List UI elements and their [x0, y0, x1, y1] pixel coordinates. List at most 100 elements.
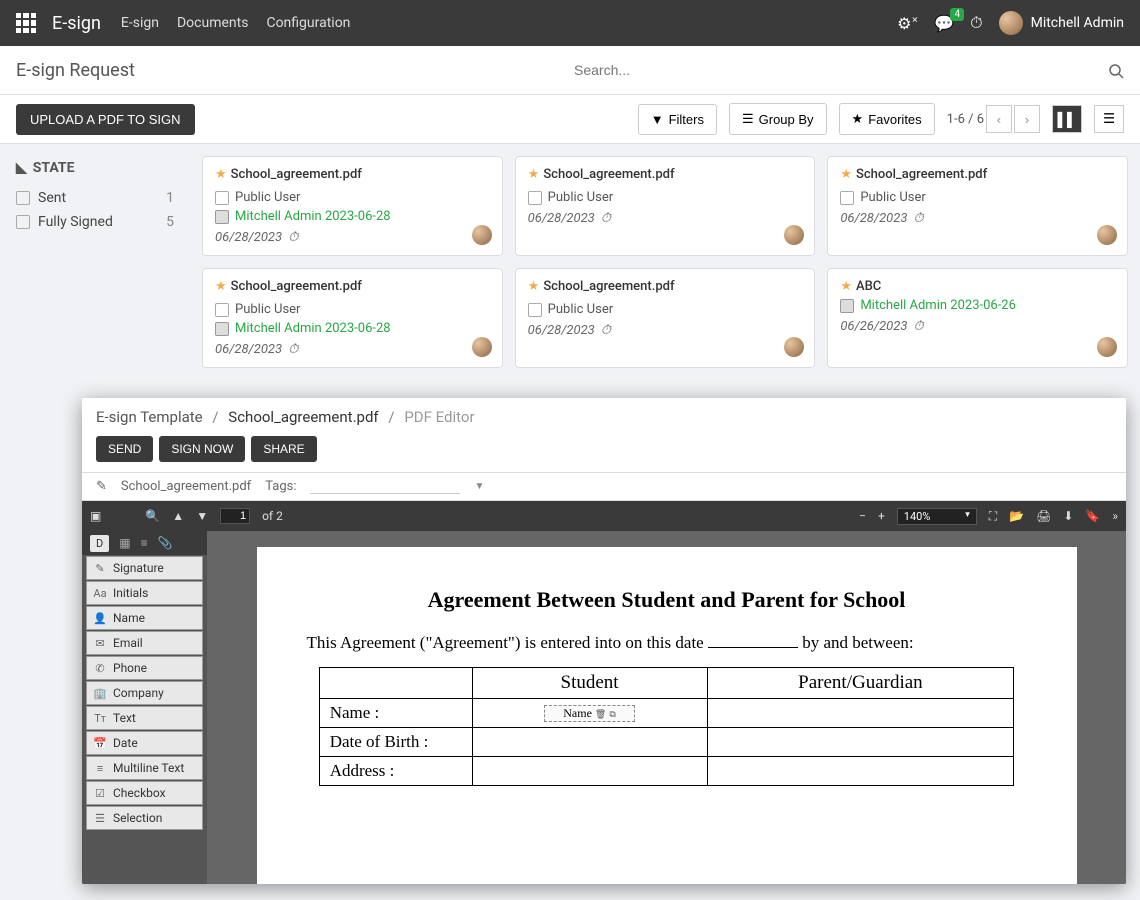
nav-esign[interactable]: E-sign — [121, 15, 159, 31]
state-count: 1 — [166, 190, 174, 206]
messages-icon[interactable]: 💬4 — [934, 14, 954, 33]
pdf-canvas[interactable]: Agreement Between Student and Parent for… — [207, 531, 1126, 884]
checkbox-icon[interactable] — [16, 215, 30, 229]
pager-prev[interactable]: ‹ — [986, 105, 1012, 133]
checkbox-icon — [840, 191, 854, 205]
open-icon[interactable]: 📂 — [1009, 509, 1024, 524]
card[interactable]: ★School_agreement.pdfPublic User06/28/20… — [515, 268, 816, 368]
activity-icon[interactable]: ⏱ — [970, 13, 982, 33]
star-icon[interactable]: ★ — [840, 167, 852, 182]
nav-configuration[interactable]: Configuration — [266, 15, 350, 31]
apps-icon[interactable] — [16, 13, 36, 33]
send-button[interactable]: SEND — [96, 436, 153, 462]
download-icon[interactable]: ⬇ — [1063, 509, 1073, 524]
zoom-in-icon[interactable]: + — [878, 509, 885, 523]
table-row: Date of Birth : — [319, 728, 1014, 757]
card[interactable]: ★School_agreement.pdfPublic User06/28/20… — [827, 156, 1128, 256]
doc-intro: This Agreement ("Agreement") is entered … — [297, 633, 1037, 653]
signnow-button[interactable]: SIGN NOW — [159, 436, 245, 462]
field-item-signature[interactable]: ✎Signature — [86, 556, 203, 580]
favorites-button[interactable]: ★Favorites — [839, 103, 935, 135]
card[interactable]: ★School_agreement.pdfPublic User06/28/20… — [515, 156, 816, 256]
state-item[interactable]: Sent1 — [16, 186, 174, 210]
pdf-page: Agreement Between Student and Parent for… — [257, 547, 1077, 884]
header-row: E-sign Request — [0, 46, 1140, 95]
card-signed: Mitchell Admin 2023-06-26 — [860, 298, 1016, 313]
card-title: School_agreement.pdf — [543, 279, 674, 294]
field-item-multiline-text[interactable]: ≡Multiline Text — [86, 756, 203, 780]
page-total: of 2 — [262, 509, 283, 523]
field-item-checkbox[interactable]: ☑Checkbox — [86, 781, 203, 805]
upload-button[interactable]: UPLOAD A PDF TO SIGN — [16, 104, 195, 135]
card-avatar — [1097, 225, 1117, 245]
card-signed: Mitchell Admin 2023-06-28 — [235, 321, 391, 336]
zoom-out-icon[interactable]: − — [859, 509, 866, 523]
search-input[interactable] — [574, 56, 1124, 84]
field-item-email[interactable]: ✉Email — [86, 631, 203, 655]
card-title: School_agreement.pdf — [856, 167, 987, 182]
kanban-view-button[interactable]: ▌▌ — [1052, 105, 1082, 133]
state-item[interactable]: Fully Signed5 — [16, 210, 174, 234]
field-item-date[interactable]: 📅Date — [86, 731, 203, 755]
name-field-placeholder[interactable]: Name🗑⧉ — [544, 705, 635, 722]
tags-input[interactable] — [310, 479, 460, 494]
share-button[interactable]: SHARE — [251, 436, 316, 462]
pdf-search-icon[interactable]: 🔍 — [145, 509, 160, 523]
chevron-down-icon[interactable]: ▼ — [474, 481, 484, 492]
clock-icon: ⏱ — [288, 342, 298, 357]
breadcrumb-file[interactable]: School_agreement.pdf — [228, 408, 378, 426]
groupby-button[interactable]: ☰Group By — [729, 103, 827, 135]
clock-icon: ⏱ — [288, 230, 298, 245]
user-name: Mitchell Admin — [1031, 15, 1124, 31]
card-avatar — [784, 225, 804, 245]
card-date: 06/26/2023 — [840, 319, 907, 334]
outline-icon[interactable]: ≡ — [141, 536, 148, 550]
clock-icon: ⏱ — [601, 323, 611, 338]
breadcrumb-root[interactable]: E-sign Template — [96, 408, 203, 426]
field-label: Email — [113, 636, 143, 650]
star-icon[interactable]: ★ — [215, 279, 227, 294]
card[interactable]: ★ABCMitchell Admin 2023-06-2606/26/2023⏱ — [827, 268, 1128, 368]
checkbox-icon[interactable] — [16, 191, 30, 205]
bookmark-icon[interactable]: 🔖 — [1085, 509, 1100, 524]
card[interactable]: ★School_agreement.pdfPublic UserMitchell… — [202, 268, 503, 368]
field-label: Multiline Text — [113, 761, 184, 775]
field-item-selection[interactable]: ☰Selection — [86, 806, 203, 830]
field-item-name[interactable]: 👤Name — [86, 606, 203, 630]
nav-documents[interactable]: Documents — [177, 15, 248, 31]
field-label: Company — [113, 686, 164, 700]
field-item-text[interactable]: TᴛText — [86, 706, 203, 730]
pager-next[interactable]: › — [1014, 105, 1040, 133]
print-icon[interactable]: 🖨 — [1036, 509, 1051, 524]
list-view-button[interactable]: ☰ — [1094, 105, 1124, 133]
page-input[interactable] — [220, 508, 250, 524]
user-menu[interactable]: Mitchell Admin — [999, 11, 1124, 35]
doc-title: Agreement Between Student and Parent for… — [297, 587, 1037, 613]
star-icon[interactable]: ★ — [840, 279, 852, 294]
search-icon[interactable] — [1108, 60, 1124, 79]
page-down-icon[interactable]: ▼ — [196, 509, 208, 523]
card[interactable]: ★School_agreement.pdfPublic UserMitchell… — [202, 156, 503, 256]
field-item-initials[interactable]: AaInitials — [86, 581, 203, 605]
field-item-phone[interactable]: ✆Phone — [86, 656, 203, 680]
attachments-icon[interactable]: 📎 — [158, 536, 173, 550]
settings-icon[interactable]: ⚙✕ — [897, 14, 918, 33]
filters-button[interactable]: ▼Filters — [638, 104, 717, 135]
page-title: E-sign Request — [16, 60, 135, 81]
fullscreen-icon[interactable]: ⛶ — [989, 509, 997, 524]
checkbox-icon — [215, 322, 229, 336]
page-up-icon[interactable]: ▲ — [172, 509, 184, 523]
sidebar-tab-d[interactable]: D — [90, 535, 109, 552]
zoom-select[interactable]: 140% ▾ — [897, 508, 977, 525]
field-icon: 🏢 — [93, 687, 107, 700]
more-icon[interactable]: » — [1112, 509, 1118, 524]
sidebar-toggle-icon[interactable]: ▣ — [90, 509, 101, 523]
doc-table: StudentParent/Guardian Name :Name🗑⧉ Date… — [319, 667, 1015, 786]
star-icon[interactable]: ★ — [528, 279, 540, 294]
field-item-company[interactable]: 🏢 Company — [86, 681, 203, 705]
thumbnails-icon[interactable]: ▦ — [119, 536, 130, 550]
card-avatar — [472, 337, 492, 357]
star-icon[interactable]: ★ — [528, 167, 540, 182]
star-icon[interactable]: ★ — [215, 167, 227, 182]
layers-icon: ☰ — [742, 111, 754, 127]
